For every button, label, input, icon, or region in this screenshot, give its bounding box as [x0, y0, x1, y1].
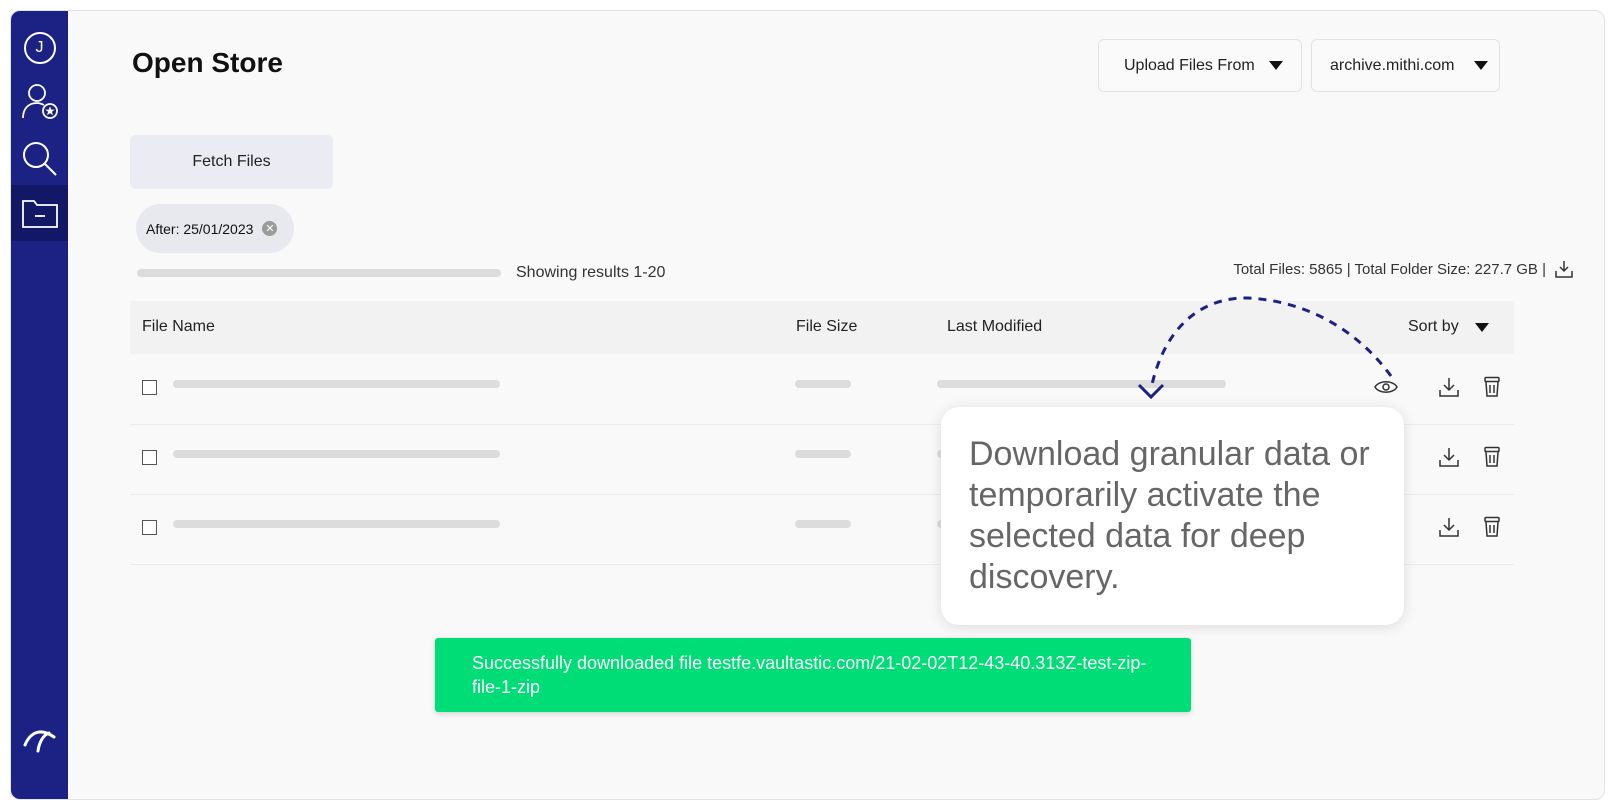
- success-toast: Successfully downloaded file testfe.vaul…: [435, 638, 1191, 712]
- date-filter-chip: After: 25/01/2023 ✕: [136, 204, 294, 253]
- delete-button[interactable]: [1479, 514, 1505, 540]
- trash-icon: [1484, 376, 1500, 397]
- row-checkbox[interactable]: [142, 450, 157, 465]
- file-name-placeholder: [173, 380, 500, 388]
- row-checkbox[interactable]: [142, 520, 157, 535]
- column-file-size[interactable]: File Size: [796, 318, 857, 336]
- chevron-down-icon: [1474, 61, 1489, 70]
- app-window: J Open Store Upload Files From archive.m…: [10, 10, 1605, 800]
- mithi-logo-icon: [23, 730, 55, 753]
- row-checkbox[interactable]: [142, 380, 157, 395]
- domain-dropdown-label: archive.mithi.com: [1330, 56, 1455, 74]
- sort-by-label: Sort by: [1408, 318, 1459, 335]
- avatar-initial: J: [23, 32, 56, 64]
- sidebar-item-users[interactable]: [11, 73, 68, 129]
- download-button[interactable]: [1436, 514, 1462, 540]
- delete-button[interactable]: [1479, 444, 1505, 470]
- file-size-placeholder: [795, 380, 851, 388]
- file-name-placeholder: [173, 520, 500, 528]
- sidebar: J: [11, 11, 68, 799]
- chevron-down-icon: [1474, 322, 1489, 332]
- download-icon: [1439, 518, 1459, 537]
- column-last-modified[interactable]: Last Modified: [947, 318, 1042, 336]
- file-size-placeholder: [795, 520, 851, 528]
- close-icon[interactable]: ✕: [262, 221, 278, 236]
- eye-icon: [1374, 381, 1398, 393]
- delete-button[interactable]: [1479, 374, 1505, 400]
- results-count: Showing results 1-20: [516, 264, 666, 281]
- totals-summary: Total Files: 5865 | Total Folder Size: 2…: [1233, 259, 1574, 279]
- sort-by-dropdown[interactable]: Sort by: [1408, 318, 1489, 336]
- fetch-files-button[interactable]: Fetch Files: [130, 135, 333, 189]
- upload-files-from-dropdown[interactable]: Upload Files From: [1098, 39, 1302, 92]
- feature-tooltip: Download granular data or temporarily ac…: [941, 407, 1404, 625]
- last-modified-placeholder: [937, 380, 1226, 388]
- domain-dropdown[interactable]: archive.mithi.com: [1311, 39, 1500, 92]
- sidebar-item-search[interactable]: [11, 131, 68, 187]
- column-file-name[interactable]: File Name: [142, 318, 215, 336]
- download-button[interactable]: [1436, 374, 1462, 400]
- trash-icon: [1484, 516, 1500, 537]
- main-content: Open Store Upload Files From archive.mit…: [68, 11, 1604, 799]
- file-size-placeholder: [795, 450, 851, 458]
- folder-icon: [21, 200, 58, 228]
- table-header: File Name File Size Last Modified Sort b…: [130, 301, 1514, 354]
- search-icon: [22, 142, 57, 176]
- upload-dropdown-label: Upload Files From: [1124, 56, 1255, 74]
- download-icon: [1439, 448, 1459, 467]
- user-badge-icon: [21, 84, 58, 119]
- sidebar-item-files[interactable]: [11, 185, 68, 241]
- filter-chip-label: After: 25/01/2023: [146, 220, 254, 237]
- file-name-placeholder: [173, 450, 500, 458]
- download-button[interactable]: [1436, 444, 1462, 470]
- loading-progress-bar: [137, 269, 501, 277]
- download-icon: [1439, 378, 1459, 397]
- totals-text: Total Files: 5865 | Total Folder Size: 2…: [1233, 260, 1546, 278]
- download-icon[interactable]: [1554, 259, 1574, 279]
- chevron-down-icon: [1268, 61, 1283, 70]
- preview-button[interactable]: [1373, 374, 1399, 400]
- trash-icon: [1484, 446, 1500, 467]
- user-avatar[interactable]: J: [11, 20, 68, 76]
- page-title: Open Store: [132, 47, 283, 78]
- sidebar-logo[interactable]: [11, 711, 68, 767]
